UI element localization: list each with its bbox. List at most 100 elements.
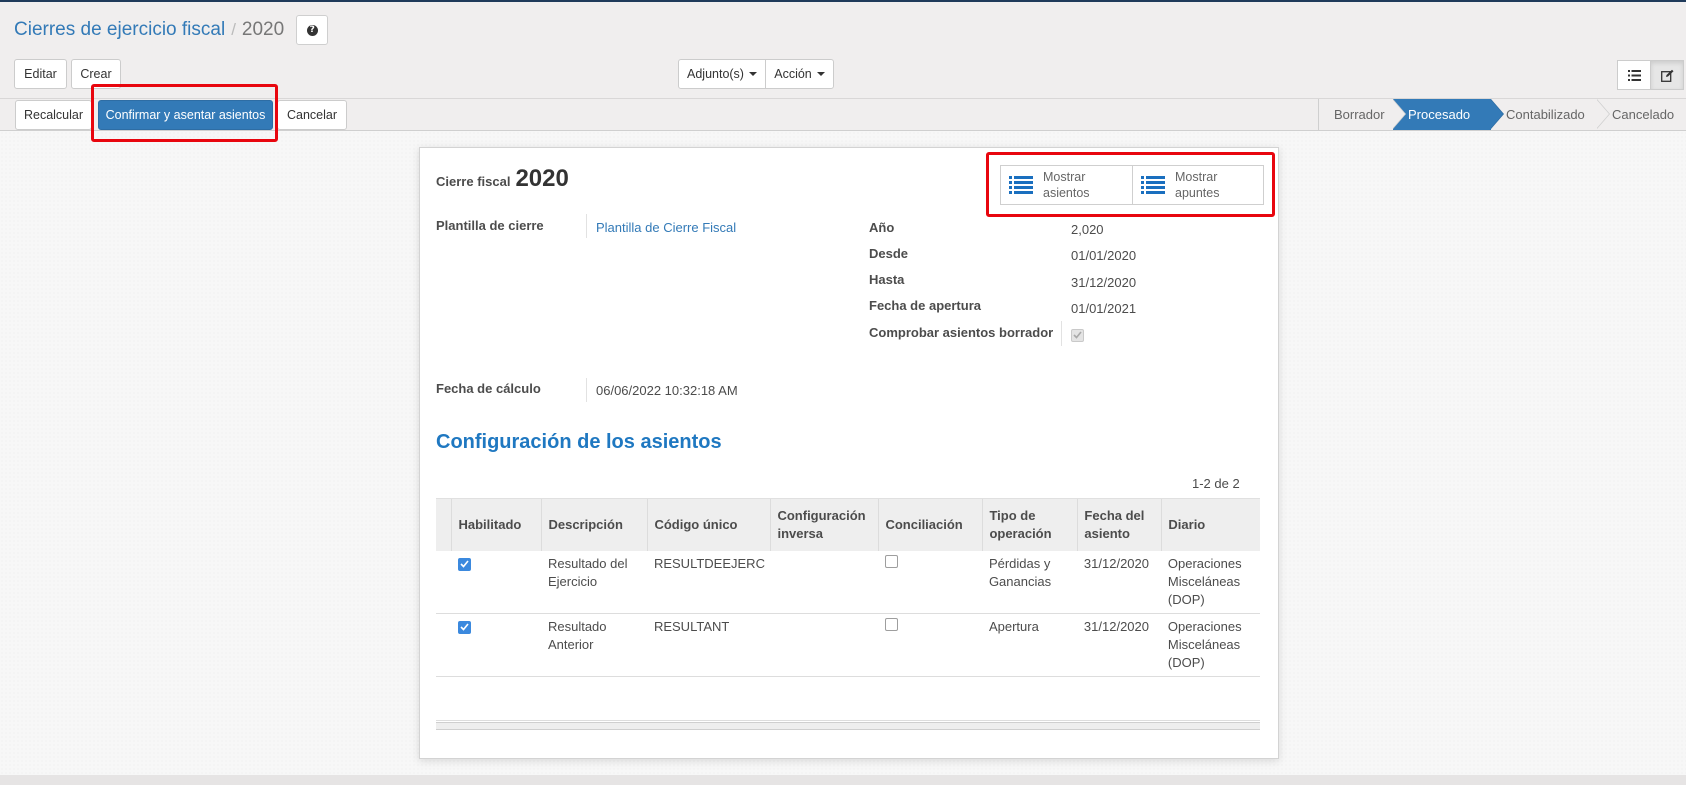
description-cell: Resultado del Ejercicio: [541, 551, 648, 614]
inverse-cell: [770, 551, 879, 614]
cell-line: Operaciones: [1167, 556, 1242, 571]
show-move-lines-label: Mostrar apuntes: [1175, 169, 1219, 201]
check-icon: [1073, 331, 1082, 339]
column-header-operation-type[interactable]: Tipo de operación: [982, 498, 1078, 551]
cell-line: Ejercicio: [547, 574, 598, 589]
breadcrumb: Cierres de ejercicio fiscal / 2020 ?: [14, 15, 329, 45]
recalculate-button[interactable]: Recalcular: [15, 100, 92, 130]
checkbox-disabled: [1071, 328, 1084, 342]
edit-form-icon: [1660, 69, 1673, 82]
column-header-journal[interactable]: Diario: [1161, 498, 1260, 551]
table-row[interactable]: Resultado Anterior RESULTANT Apertura 31/…: [436, 613, 1260, 677]
label-line: Mostrar: [1175, 170, 1218, 184]
from-label: Desde: [869, 246, 909, 261]
cell-line: (DOP): [1167, 592, 1205, 607]
table-footer: [436, 722, 1260, 730]
field-divider: [1061, 321, 1062, 346]
operation-type-cell: Apertura: [982, 613, 1078, 677]
stage-label: Procesado: [1408, 107, 1471, 122]
enabled-checkbox[interactable]: [457, 557, 471, 571]
check-icon: [460, 623, 469, 631]
journal-cell: Operaciones Misceláneas (DOP): [1161, 613, 1260, 677]
enabled-cell: [451, 613, 542, 677]
empty-row: [436, 695, 1260, 721]
list-icon: [1627, 69, 1641, 81]
title-value: 2020: [515, 165, 569, 192]
column-header-inverse[interactable]: Configuración inversa: [770, 498, 879, 551]
cell-line: Pérdidas y: [988, 556, 1051, 571]
view-switcher: [1617, 60, 1684, 90]
opening-date-label: Fecha de apertura: [869, 298, 981, 313]
breadcrumb-separator: /: [231, 20, 236, 39]
stage-label: Contabilizado: [1506, 107, 1585, 122]
journal-cell: Operaciones Misceláneas (DOP): [1161, 551, 1260, 614]
create-button[interactable]: Crear: [71, 59, 121, 89]
header-line: operación: [989, 526, 1052, 541]
caret-down-icon: [748, 72, 757, 76]
column-header-description[interactable]: Descripción: [541, 498, 648, 551]
year-label: Año: [869, 220, 895, 235]
cell-line: Resultado del: [547, 556, 628, 571]
list-view-button[interactable]: [1617, 60, 1651, 90]
stage-procesado: Procesado: [1393, 98, 1504, 130]
date-cell: 31/12/2020: [1077, 551, 1162, 614]
cell-line: Operaciones: [1167, 619, 1242, 634]
edit-button[interactable]: Editar: [14, 59, 67, 89]
column-header-date[interactable]: Fecha del asiento: [1077, 498, 1162, 551]
row-handle-header: [436, 498, 452, 551]
row-handle: [436, 613, 452, 677]
cell-line: Apertura: [988, 619, 1039, 634]
question-icon: ?: [306, 24, 318, 36]
reconcile-cell: [878, 613, 983, 677]
cell-line: Ganancias: [988, 574, 1052, 589]
inverse-cell: [770, 613, 879, 677]
stage-label: Borrador: [1334, 107, 1385, 122]
cell-line: Misceláneas: [1167, 637, 1241, 652]
label-line: asientos: [1043, 186, 1090, 200]
reconcile-cell: [878, 551, 983, 614]
pager[interactable]: 1-2 de 2: [1192, 476, 1240, 491]
table-row[interactable]: Resultado del Ejercicio RESULTDEEJERC Pér…: [436, 551, 1260, 614]
stage-cancelado: Cancelado: [1597, 99, 1686, 130]
header-line: Configuración: [777, 508, 866, 523]
template-link[interactable]: Plantilla de Cierre Fiscal: [596, 220, 736, 235]
opening-date-value: 01/01/2021: [1071, 301, 1137, 316]
code-cell: RESULTANT: [647, 613, 771, 677]
column-header-enabled[interactable]: Habilitado: [451, 498, 542, 551]
attachments-dropdown[interactable]: Adjunto(s): [678, 59, 766, 89]
control-panel: Cierres de ejercicio fiscal / 2020 ? Edi…: [0, 2, 1686, 99]
smart-buttons: Mostrar asientos Mostrar apuntes: [1000, 165, 1264, 205]
year-value: 2,020: [1071, 222, 1104, 237]
header-line: Fecha del: [1084, 508, 1145, 523]
cancel-button[interactable]: Cancelar: [277, 100, 347, 130]
list-icon: [1141, 176, 1165, 194]
header-line: Tipo de: [989, 508, 1036, 523]
column-header-code[interactable]: Código único: [647, 498, 771, 551]
cell-line: Misceláneas: [1167, 574, 1241, 589]
check-draft-label: Comprobar asientos borrador: [869, 325, 1054, 340]
help-button[interactable]: ?: [296, 15, 329, 45]
cell-line: (DOP): [1167, 655, 1205, 670]
calc-date-label: Fecha de cálculo: [436, 381, 541, 396]
reconcile-checkbox[interactable]: [884, 618, 898, 631]
operation-type-cell: Pérdidas y Ganancias: [982, 551, 1078, 614]
stage-contabilizado: Contabilizado: [1491, 98, 1610, 130]
status-stages: Borrador Procesado Contabilizado Cancela…: [1318, 98, 1686, 130]
show-moves-button[interactable]: Mostrar asientos: [1001, 166, 1132, 204]
field-divider: [586, 214, 587, 238]
list-icon: [1009, 176, 1033, 194]
enabled-checkbox[interactable]: [457, 620, 471, 634]
form-view-button[interactable]: [1650, 60, 1684, 90]
breadcrumb-parent-link[interactable]: Cierres de ejercicio fiscal: [14, 19, 225, 41]
table-header-row: Habilitado Descripción Código único Conf…: [436, 498, 1260, 551]
show-moves-label: Mostrar asientos: [1043, 169, 1090, 201]
confirm-post-button[interactable]: Confirmar y asentar asientos: [98, 100, 273, 130]
column-header-reconcile[interactable]: Conciliación: [878, 498, 983, 551]
title-label: Cierre fiscal: [436, 174, 511, 189]
show-move-lines-button[interactable]: Mostrar apuntes: [1132, 166, 1263, 204]
action-dropdown[interactable]: Acción: [765, 59, 834, 89]
enabled-cell: [451, 551, 542, 614]
reconcile-checkbox[interactable]: [884, 555, 898, 568]
cell-line: Anterior: [547, 637, 594, 652]
attachments-label: Adjunto(s): [687, 67, 744, 81]
